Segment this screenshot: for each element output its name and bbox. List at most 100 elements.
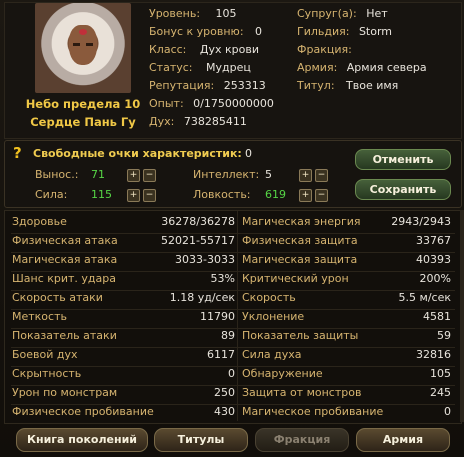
strength-minus-icon[interactable]: − [143,189,156,202]
character-info-section: Небо предела 10 Сердце Пань Гу Уровень: … [4,2,462,139]
stat-agility-label: Ловкость: [193,188,251,201]
info-level-bonus-label: Бонус к уровню: [149,25,244,38]
cancel-button[interactable]: Отменить [355,149,451,170]
stat-row: Здоровье 36278/36278 Магическая энергия 294… [5,215,461,234]
info-reputation: Репутация: 253313 [149,79,266,92]
stat-value: 1.18 уд/сек [169,291,235,304]
stat-value: 33767 [416,234,451,247]
stat-row: Магическая атака 3033-3033 Магическая защи… [5,253,461,272]
info-level: Уровень: 105 [149,7,237,20]
info-reputation-value: 253313 [223,79,266,92]
stamina-minus-icon[interactable]: − [143,169,156,182]
stat-agility-value: 619 [265,188,286,201]
info-level-value: 105 [215,7,237,20]
stat-value: 40393 [416,253,451,266]
stat-value: 89 [221,329,235,342]
info-army-label: Армия: [297,61,338,74]
stat-value: 5.5 м/сек [398,291,451,304]
free-points-total: 0 [245,147,252,160]
stat-label: Магическое пробивание [242,405,384,418]
stat-value: 36278/36278 [161,215,235,228]
stat-label: Критический урон [242,272,349,285]
stat-label: Сила духа [242,348,302,361]
stat-value: 200% [419,272,451,285]
strength-plus-icon[interactable]: + [127,189,140,202]
stat-value: 0 [228,367,235,380]
info-status-value: Мудрец [206,61,251,74]
stat-label: Боевой дух [12,348,78,361]
stat-value: 2943/2943 [391,215,451,228]
info-spouse-value: Нет [366,7,388,20]
stat-row: Скорость атаки 1.18 уд/сек Скорость 5.5 м/с… [5,291,461,310]
intellect-minus-icon[interactable]: − [315,169,328,182]
character-title-line1: Небо предела 10 [25,97,141,111]
info-army: Армия: Армия севера [297,61,427,74]
info-faction: Фракция: [297,43,358,56]
stat-label: Шанс крит. удара [12,272,116,285]
info-spouse-label: Супруг(а): [297,7,357,20]
stat-label: Показатель атаки [12,329,117,342]
stat-row: Меткость 11790 Уклонение 4581 [5,310,461,329]
stats-scrollbar[interactable] [460,210,464,422]
stat-row: Показатель атаки 89 Показатель защиты 59 [5,329,461,348]
stats-table: Здоровье 36278/36278 Магическая энергия 294… [4,210,462,424]
stat-row: Боевой дух 6117 Сила духа 32816 [5,348,461,367]
info-status: Статус: Мудрец [149,61,251,74]
stat-row: Физическая атака 52021-55717 Физическая за… [5,234,461,253]
stat-value: 430 [214,405,235,418]
free-points-section: ? Свободные очки характеристик: 0 Вынос.… [4,140,462,208]
stat-value: 11790 [200,310,235,323]
save-button[interactable]: Сохранить [355,179,451,200]
stat-stamina-label: Вынос.: [35,168,79,181]
character-title-line2: Сердце Пань Гу [30,115,136,129]
agility-minus-icon[interactable]: − [315,189,328,202]
info-level-bonus-value: 0 [255,25,263,38]
stat-label: Магическая атака [12,253,118,266]
stat-label: Здоровье [12,215,67,228]
stat-label: Скорость атаки [12,291,103,304]
tab-army[interactable]: Армия [356,428,450,452]
portrait-eye-right [86,43,93,46]
info-title: Титул: Твое имя [297,79,398,92]
stat-label: Физическое пробивание [12,405,154,418]
tab-titles[interactable]: Титулы [154,428,248,452]
stat-label: Урон по монстрам [12,386,118,399]
info-status-label: Статус: [149,61,193,74]
info-experience-label: Опыт: [149,97,184,110]
stat-row: Урон по монстрам 250 Защита от монстров 245 [5,386,461,405]
stat-row: Скрытность 0 Обнаружение 105 [5,367,461,386]
info-spirit-value: 738285411 [183,115,247,128]
info-spirit-label: Дух: [149,115,175,128]
tab-faction[interactable]: Фракция [255,428,349,452]
stat-value: 4581 [423,310,451,323]
stat-row: Шанс крит. удара 53% Критический урон 200% [5,272,461,291]
info-class-value: Дух крови [199,43,259,56]
info-level-bonus: Бонус к уровню: 0 [149,25,262,38]
info-experience-value: 0/1750000000 [193,97,274,110]
stat-value: 3033-3033 [175,253,235,266]
stat-row: Физическое пробивание 430 Магическое проби… [5,405,461,424]
stat-intellect-label: Интеллект: [193,168,260,181]
question-icon[interactable]: ? [13,144,22,162]
info-title-value: Твое имя [346,79,399,92]
stat-label: Магическая энергия [242,215,361,228]
stat-value: 250 [214,386,235,399]
stat-label: Защита от монстров [242,386,362,399]
stamina-plus-icon[interactable]: + [127,169,140,182]
stat-value: 52021-55717 [161,234,235,247]
stat-intellect-value: 5 [265,168,272,181]
intellect-plus-icon[interactable]: + [299,169,312,182]
stat-value: 6117 [207,348,235,361]
stat-label: Меткость [12,310,67,323]
tab-generations-book[interactable]: Книга поколений [16,428,148,452]
stat-stamina-value: 71 [91,168,105,181]
info-title-label: Титул: [297,79,335,92]
stat-label: Физическая атака [12,234,118,247]
character-panel: Небо предела 10 Сердце Пань Гу Уровень: … [0,0,464,457]
info-class: Класс: Дух крови [149,43,259,56]
info-level-label: Уровень: [149,7,201,20]
stat-value: 105 [430,367,451,380]
info-army-value: Армия севера [346,61,427,74]
agility-plus-icon[interactable]: + [299,189,312,202]
stat-label: Магическая защита [242,253,358,266]
